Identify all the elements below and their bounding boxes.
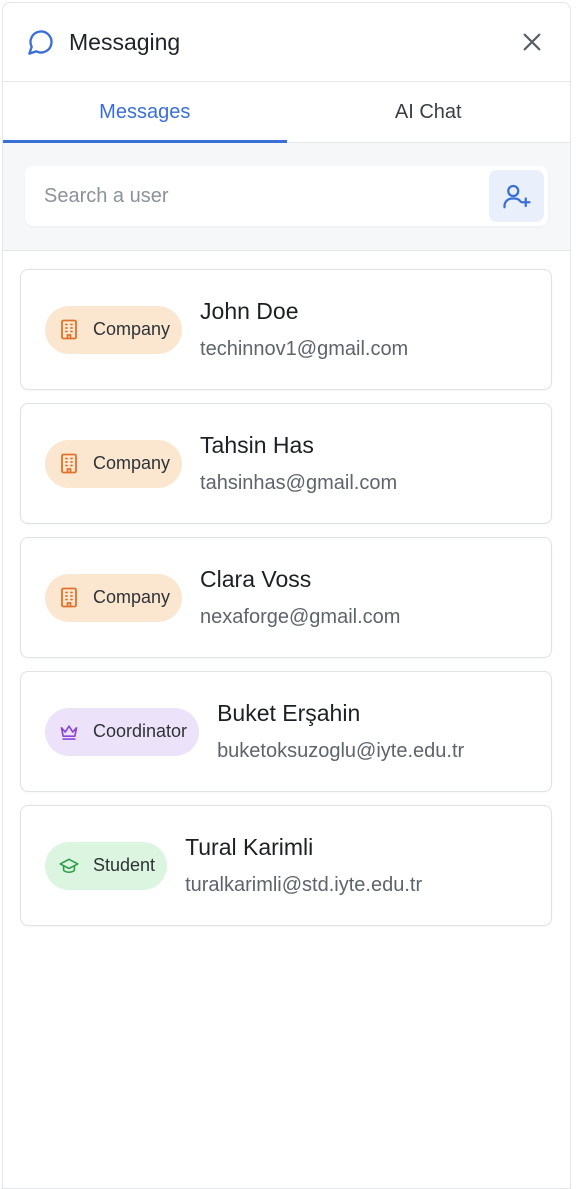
add-user-button[interactable]: [489, 170, 544, 222]
contact-info: John Doe techinnov1@gmail.com: [200, 298, 408, 361]
contact-card[interactable]: Company Tahsin Has tahsinhas@gmail.com: [20, 403, 552, 524]
role-label: Company: [93, 587, 171, 607]
role-badge: Student: [45, 841, 168, 890]
role-badge: Company: [45, 305, 183, 354]
contact-name: Tural Karimli: [185, 834, 314, 860]
search-box: [25, 166, 548, 226]
panel-title: Messaging: [69, 28, 181, 55]
graduation-cap-icon: [59, 855, 79, 877]
tab-ai-chat[interactable]: AI Chat: [287, 82, 571, 142]
role-label: Student: [93, 855, 156, 875]
role-label: Company: [93, 319, 171, 339]
building-icon: [59, 587, 79, 609]
crown-icon: [59, 721, 79, 743]
building-icon: [59, 319, 79, 341]
close-button[interactable]: [518, 28, 546, 56]
contact-name: Tahsin Has: [200, 432, 314, 458]
building-icon: [59, 453, 79, 475]
tab-bar: Messages AI Chat: [3, 82, 570, 143]
contact-list: Company John Doe techinnov1@gmail.com Co…: [3, 251, 570, 926]
role-badge: Company: [45, 439, 183, 488]
chat-bubble-icon: [27, 28, 55, 56]
contact-email: nexaforge@gmail.com: [200, 606, 401, 628]
close-icon: [523, 33, 541, 51]
contact-email: tahsinhas@gmail.com: [200, 472, 398, 494]
panel-header: Messaging: [3, 3, 570, 82]
messaging-panel: Messaging Messages AI Chat Search a user…: [2, 2, 571, 1189]
contact-email: turalkarimli@std.iyte.edu.tr: [185, 874, 423, 896]
search-input[interactable]: [25, 166, 489, 226]
tab-messages[interactable]: Messages: [3, 82, 287, 143]
role-badge: Coordinator: [45, 707, 200, 756]
contact-name: John Doe: [200, 298, 299, 324]
role-badge: Company: [45, 573, 183, 622]
contact-info: Clara Voss nexaforge@gmail.com: [200, 566, 400, 629]
contact-info: Buket Erşahin buketoksuzoglu@iyte.edu.tr: [217, 700, 464, 763]
search-area: [3, 143, 570, 251]
contact-email: buketoksuzoglu@iyte.edu.tr: [217, 740, 465, 762]
contact-info: Tural Karimli turalkarimli@std.iyte.edu.…: [185, 834, 422, 897]
contact-card[interactable]: Student Tural Karimli turalkarimli@std.i…: [20, 805, 552, 926]
contact-name: Clara Voss: [200, 566, 312, 592]
user-plus-icon: [502, 184, 531, 209]
contact-card[interactable]: Coordinator Buket Erşahin buketoksuzoglu…: [20, 671, 552, 792]
contact-card[interactable]: Company Clara Voss nexaforge@gmail.com: [20, 537, 552, 658]
role-label: Coordinator: [93, 721, 188, 741]
contact-card[interactable]: Company John Doe techinnov1@gmail.com: [20, 269, 552, 390]
contact-email: techinnov1@gmail.com: [200, 338, 409, 360]
role-label: Company: [93, 453, 171, 473]
contact-name: Buket Erşahin: [217, 700, 361, 726]
contact-info: Tahsin Has tahsinhas@gmail.com: [200, 432, 397, 495]
